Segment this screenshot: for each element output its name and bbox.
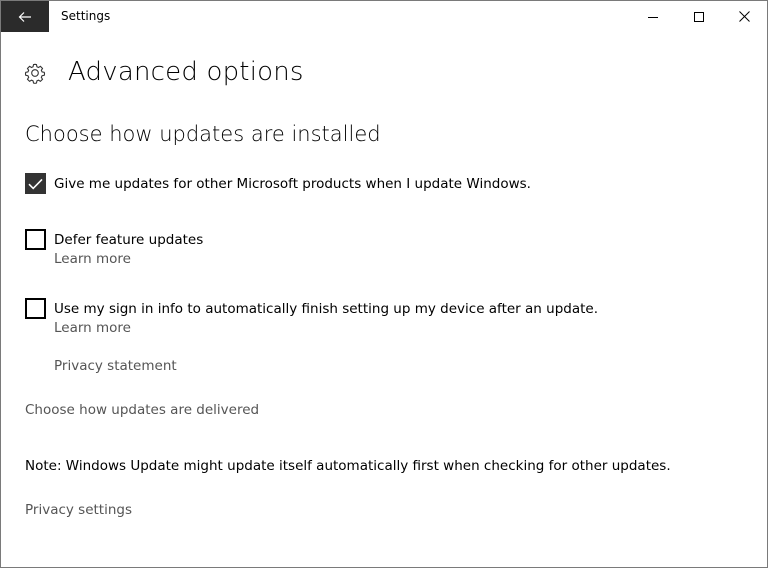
option-microsoft-products-updates[interactable]: Give me updates for other Microsoft prod… xyxy=(25,173,531,194)
maximize-icon xyxy=(694,11,704,22)
minimize-button[interactable] xyxy=(630,1,676,32)
sign-in-learn-more-link[interactable]: Learn more xyxy=(54,320,131,336)
defer-feature-updates-label: Defer feature updates xyxy=(54,231,204,248)
minimize-icon xyxy=(648,16,658,18)
microsoft-updates-checkbox[interactable] xyxy=(25,173,46,194)
window-title: Settings xyxy=(61,9,111,23)
close-icon xyxy=(738,11,750,22)
settings-window: Settings Advanced options Choose how upd… xyxy=(0,0,768,568)
delivery-options-link[interactable]: Choose how updates are delivered xyxy=(25,402,259,418)
back-arrow-icon xyxy=(18,11,31,22)
section-title: Choose how updates are installed xyxy=(25,122,381,146)
option-defer-feature-updates[interactable]: Defer feature updates xyxy=(25,229,203,250)
defer-learn-more-link[interactable]: Learn more xyxy=(54,251,131,267)
checkmark-icon xyxy=(28,178,43,190)
close-button[interactable] xyxy=(721,1,767,32)
back-button[interactable] xyxy=(1,1,49,32)
gear-icon xyxy=(24,63,46,84)
update-note: Note: Windows Update might update itself… xyxy=(25,458,671,474)
microsoft-updates-label: Give me updates for other Microsoft prod… xyxy=(54,175,531,192)
title-bar: Settings xyxy=(1,1,767,32)
privacy-statement-link[interactable]: Privacy statement xyxy=(54,358,177,374)
maximize-button[interactable] xyxy=(676,1,722,32)
sign-in-info-label: Use my sign in info to automatically fin… xyxy=(54,300,598,317)
defer-feature-updates-checkbox[interactable] xyxy=(25,229,46,250)
page-title: Advanced options xyxy=(68,57,304,87)
option-sign-in-info[interactable]: Use my sign in info to automatically fin… xyxy=(25,298,598,319)
sign-in-info-checkbox[interactable] xyxy=(25,298,46,319)
privacy-settings-link[interactable]: Privacy settings xyxy=(25,502,132,518)
